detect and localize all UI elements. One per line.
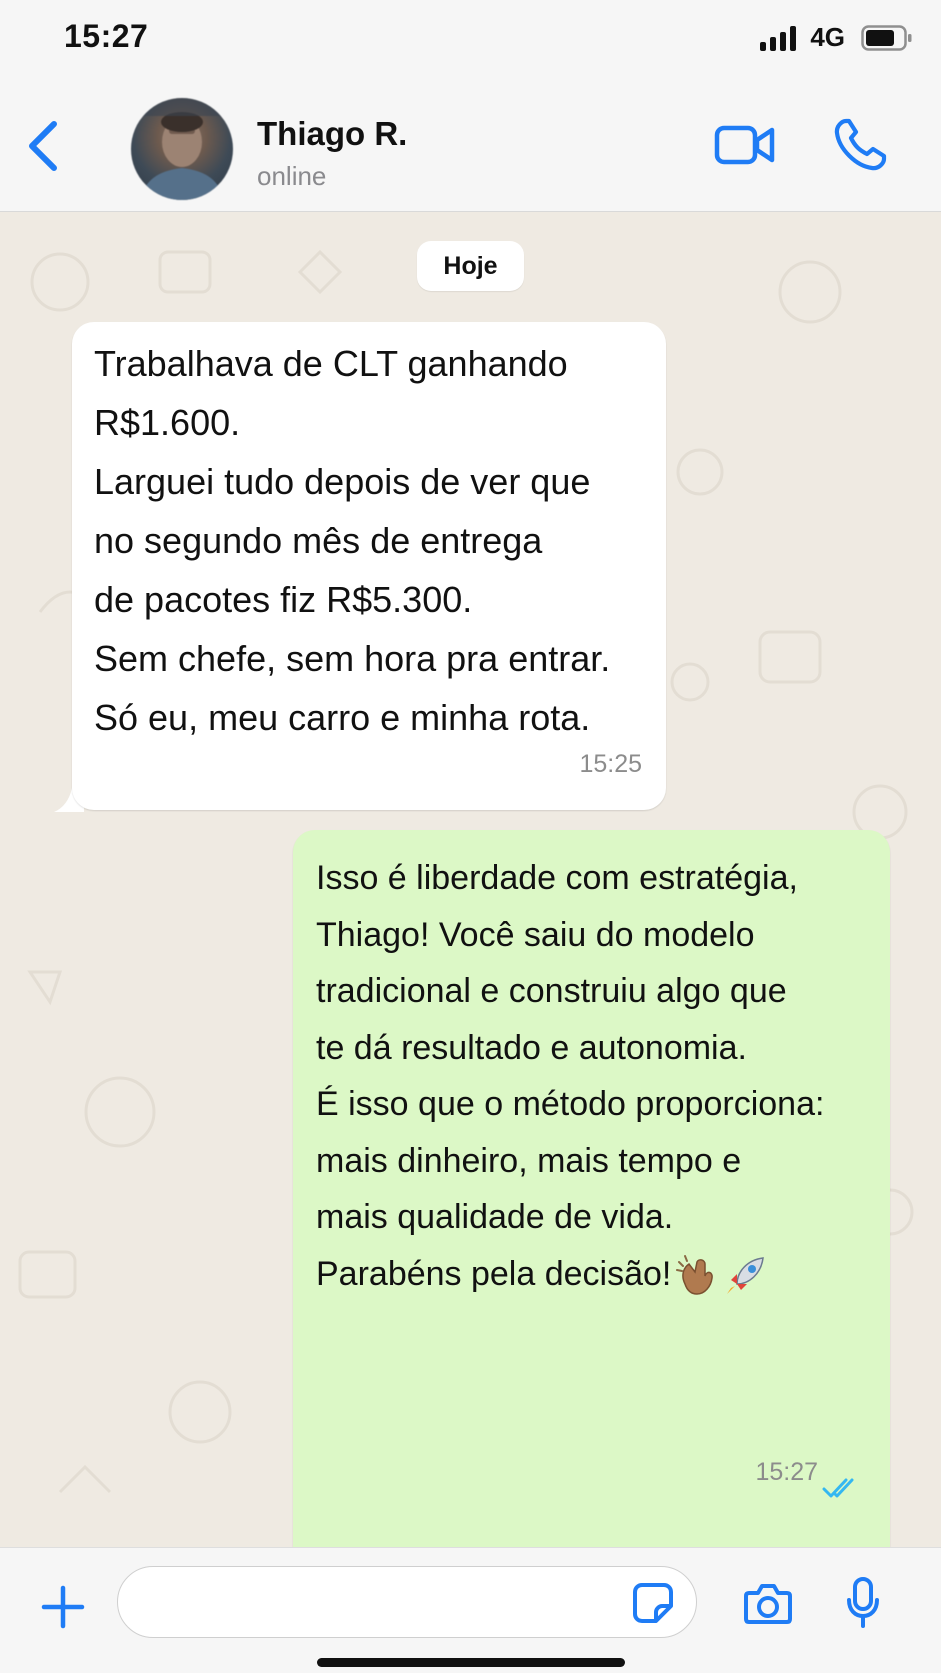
- incoming-message-text: Trabalhava de CLT ganhando R$1.600. Larg…: [94, 334, 610, 747]
- status-bar: 15:27 4G: [0, 0, 941, 78]
- contact-name[interactable]: Thiago R.: [257, 115, 407, 153]
- message-line: mais dinheiro, mais tempo e: [316, 1141, 742, 1180]
- message-line: te dá resultado e autonomia.: [316, 1028, 747, 1067]
- outgoing-message-bubble[interactable]: Isso é liberdade com estratégia, Thiago!…: [293, 830, 890, 1547]
- outgoing-message-text: Isso é liberdade com estratégia, Thiago!…: [316, 850, 824, 1302]
- plus-icon[interactable]: [40, 1584, 86, 1630]
- status-time: 15:27: [64, 18, 149, 54]
- phone-icon[interactable]: [832, 117, 888, 173]
- message-line-with-emoji: Parabéns pela decisão!: [316, 1246, 824, 1303]
- sticker-icon[interactable]: [632, 1582, 674, 1624]
- message-line: tradicional e construiu algo que: [316, 972, 787, 1010]
- message-line: no segundo mês de entrega: [94, 520, 543, 561]
- double-check-icon: [822, 1478, 854, 1498]
- chat-area[interactable]: Hoje Trabalhava de CLT ganhando R$1.600.…: [0, 212, 941, 1547]
- incoming-message-bubble[interactable]: Trabalhava de CLT ganhando R$1.600. Larg…: [72, 322, 666, 810]
- message-line: Isso é liberdade com estratégia,: [316, 859, 798, 897]
- message-line: É isso que o método proporciona:: [316, 1085, 825, 1123]
- message-line: Thiago! Você saiu do modelo: [316, 915, 755, 954]
- chat-header: Thiago R. online: [0, 78, 941, 212]
- contact-status: online: [257, 161, 327, 191]
- message-line: R$1.600.: [94, 402, 241, 443]
- camera-icon[interactable]: [743, 1582, 793, 1626]
- message-input-bar: [0, 1547, 941, 1673]
- rocket-emoji: [727, 1256, 765, 1296]
- chevron-left-icon[interactable]: [22, 118, 66, 174]
- message-line: Só eu, meu carro e minha rota.: [94, 697, 591, 738]
- battery-icon: [861, 24, 912, 51]
- signal-strength-icon: [760, 25, 797, 51]
- message-line: mais qualidade de vida.: [316, 1198, 674, 1236]
- status-indicators: 4G: [760, 22, 913, 53]
- date-chip: Hoje: [417, 241, 524, 291]
- network-label: 4G: [810, 22, 845, 52]
- message-line: Larguei tudo depois de ver que: [94, 461, 591, 502]
- message-timestamp: 15:25: [579, 750, 642, 778]
- message-line: Parabéns pela decisão!: [316, 1254, 672, 1293]
- avatar-image: [131, 98, 233, 200]
- microphone-icon[interactable]: [845, 1576, 881, 1630]
- message-line: de pacotes fiz R$5.300.: [94, 579, 473, 620]
- message-line: Trabalhava de CLT ganhando: [94, 343, 568, 384]
- clapping-hands-emoji: [676, 1254, 714, 1295]
- video-camera-icon[interactable]: [714, 122, 776, 168]
- home-indicator: [317, 1658, 625, 1667]
- message-input[interactable]: [117, 1566, 697, 1638]
- message-timestamp: 15:27: [755, 1458, 818, 1486]
- avatar[interactable]: [131, 98, 233, 200]
- message-line: Sem chefe, sem hora pra entrar.: [94, 638, 611, 679]
